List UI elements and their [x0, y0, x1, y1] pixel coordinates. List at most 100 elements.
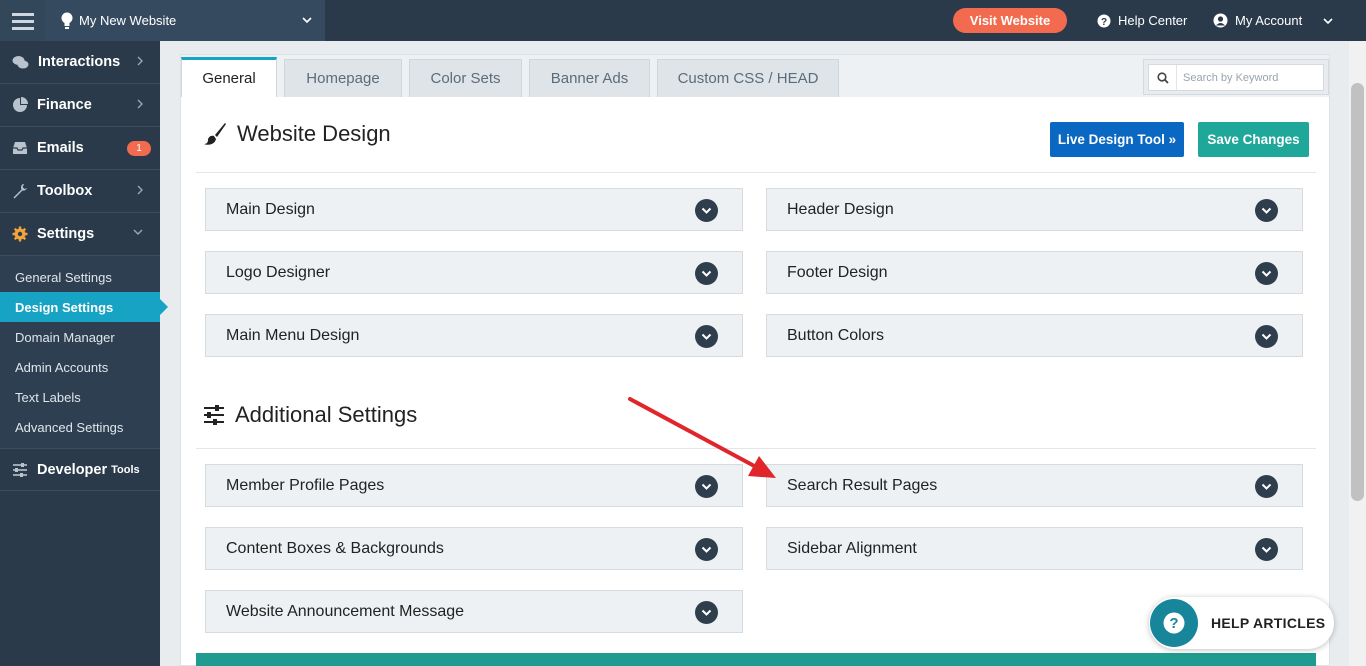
- tab-banner-ads[interactable]: Banner Ads: [529, 59, 650, 97]
- design-settings-panel: General Homepage Color Sets Banner Ads C…: [180, 54, 1330, 666]
- submenu-item-admin-accounts[interactable]: Admin Accounts: [0, 352, 160, 382]
- accordion-footer-design[interactable]: Footer Design: [766, 251, 1303, 294]
- page-scrollbar[interactable]: [1349, 41, 1366, 666]
- chat-bubbles-icon: [12, 55, 29, 68]
- gear-icon: [12, 226, 28, 242]
- sidebar-item-label: Settings: [37, 226, 95, 242]
- submenu-item-design-settings[interactable]: Design Settings: [0, 292, 168, 322]
- help-center-link[interactable]: ? Help Center: [1097, 0, 1187, 41]
- chevron-down-circle-icon: [1255, 325, 1278, 348]
- search-field: [1148, 64, 1324, 91]
- inbox-icon: [13, 142, 27, 154]
- lightbulb-icon: [61, 12, 73, 29]
- chevron-down-icon: [1323, 17, 1333, 24]
- accordion-sidebar-alignment[interactable]: Sidebar Alignment: [766, 527, 1303, 570]
- sidebar-item-settings[interactable]: Settings: [0, 213, 160, 256]
- svg-text:?: ?: [1101, 17, 1107, 28]
- accordion-label: Content Boxes & Backgrounds: [226, 539, 444, 557]
- sidebar-item-interactions[interactable]: Interactions: [0, 41, 160, 84]
- save-changes-button[interactable]: Save Changes: [1198, 122, 1309, 157]
- tab-custom-css-head[interactable]: Custom CSS / HEAD: [657, 59, 839, 97]
- accordion-main-menu-design[interactable]: Main Menu Design: [205, 314, 743, 357]
- chevron-down-circle-icon: [695, 538, 718, 561]
- sidebar-item-label: Finance: [37, 97, 92, 113]
- paintbrush-icon: [204, 123, 226, 145]
- chevron-down-circle-icon: [1255, 262, 1278, 285]
- website-name: My New Website: [79, 13, 177, 28]
- sidebar-item-label: Emails: [37, 140, 84, 156]
- top-bar: My New Website Visit Website ? Help Cent…: [0, 0, 1366, 41]
- scrollbar-thumb[interactable]: [1351, 83, 1364, 501]
- submenu-item-text-labels[interactable]: Text Labels: [0, 382, 160, 412]
- sidebar-item-suffix: Tools: [111, 463, 140, 476]
- website-selector[interactable]: My New Website: [45, 0, 325, 41]
- chevron-right-icon: [137, 99, 143, 109]
- sidebar-item-finance[interactable]: Finance: [0, 84, 160, 127]
- my-account-label: My Account: [1235, 13, 1303, 28]
- menu-toggle-button[interactable]: [0, 0, 45, 41]
- chevron-down-circle-icon: [695, 475, 718, 498]
- chevron-down-circle-icon: [1255, 538, 1278, 561]
- user-circle-icon: [1213, 13, 1228, 28]
- accordion-search-result-pages[interactable]: Search Result Pages: [766, 464, 1303, 507]
- chevron-down-icon: [302, 17, 312, 24]
- accordion-label: Member Profile Pages: [226, 476, 385, 494]
- chevron-down-icon: [133, 229, 143, 235]
- submenu-item-general-settings[interactable]: General Settings: [0, 262, 160, 292]
- section-title-text: Website Design: [237, 121, 391, 146]
- search-box: [1143, 59, 1329, 95]
- accordion-label: Header Design: [787, 200, 894, 218]
- section-divider: [196, 448, 1316, 449]
- sidebar-item-toolbox[interactable]: Toolbox: [0, 170, 160, 213]
- chevron-right-icon: [137, 185, 143, 195]
- accordion-label: Main Design: [226, 200, 315, 218]
- sidebar: Interactions Finance Emails 1 Toolbox Se…: [0, 41, 168, 666]
- tab-bar: General Homepage Color Sets Banner Ads C…: [181, 55, 1329, 97]
- chevron-right-icon: [137, 56, 143, 66]
- chevron-down-circle-icon: [695, 262, 718, 285]
- chevron-down-circle-icon: [1255, 199, 1278, 222]
- accordion-label: Logo Designer: [226, 263, 331, 281]
- chevron-down-circle-icon: [695, 601, 718, 624]
- accordion-label: Website Announcement Message: [226, 602, 465, 620]
- tab-color-sets[interactable]: Color Sets: [409, 59, 522, 97]
- accordion-label: Search Result Pages: [787, 476, 938, 494]
- accordion-logo-designer[interactable]: Logo Designer: [205, 251, 743, 294]
- submenu-item-domain-manager[interactable]: Domain Manager: [0, 322, 160, 352]
- emails-count-badge: 1: [127, 141, 151, 156]
- chevron-down-circle-icon: [695, 199, 718, 222]
- accordion-label: Footer Design: [787, 263, 888, 281]
- search-icon: [1149, 65, 1177, 90]
- tab-general[interactable]: General: [181, 57, 277, 97]
- live-design-tool-button[interactable]: Live Design Tool »: [1050, 122, 1184, 157]
- accordion-website-announcement-message[interactable]: Website Announcement Message: [205, 590, 743, 633]
- chevron-down-circle-icon: [695, 325, 718, 348]
- website-design-heading: Website Design: [203, 121, 391, 147]
- help-articles-button[interactable]: ? HELP ARTICLES: [1149, 597, 1334, 649]
- sidebar-item-label: Interactions: [38, 54, 121, 70]
- visit-website-button[interactable]: Visit Website: [953, 8, 1067, 33]
- sliders-icon: [204, 405, 224, 425]
- chevron-down-circle-icon: [1255, 475, 1278, 498]
- submenu-item-advanced-settings[interactable]: Advanced Settings: [0, 412, 160, 442]
- svg-text:?: ?: [1169, 615, 1178, 632]
- sidebar-item-developer-tools[interactable]: Developer Tools: [0, 448, 160, 491]
- search-input[interactable]: [1177, 71, 1317, 84]
- tab-homepage[interactable]: Homepage: [284, 59, 402, 97]
- accordion-main-design[interactable]: Main Design: [205, 188, 743, 231]
- pie-chart-icon: [13, 97, 28, 112]
- bottom-action-bar: [196, 653, 1316, 666]
- accordion-button-colors[interactable]: Button Colors: [766, 314, 1303, 357]
- settings-submenu: General Settings Design Settings Domain …: [0, 256, 168, 448]
- question-mark-icon: ?: [1150, 599, 1198, 647]
- section-divider: [196, 172, 1316, 173]
- accordion-header-design[interactable]: Header Design: [766, 188, 1303, 231]
- accordion-label: Button Colors: [787, 326, 884, 344]
- sidebar-item-label: Developer: [37, 461, 108, 478]
- accordion-label: Main Menu Design: [226, 326, 360, 344]
- accordion-member-profile-pages[interactable]: Member Profile Pages: [205, 464, 743, 507]
- help-articles-label: HELP ARTICLES: [1211, 615, 1326, 631]
- sidebar-item-emails[interactable]: Emails 1: [0, 127, 160, 170]
- my-account-menu[interactable]: My Account: [1213, 0, 1334, 41]
- accordion-content-boxes-backgrounds[interactable]: Content Boxes & Backgrounds: [205, 527, 743, 570]
